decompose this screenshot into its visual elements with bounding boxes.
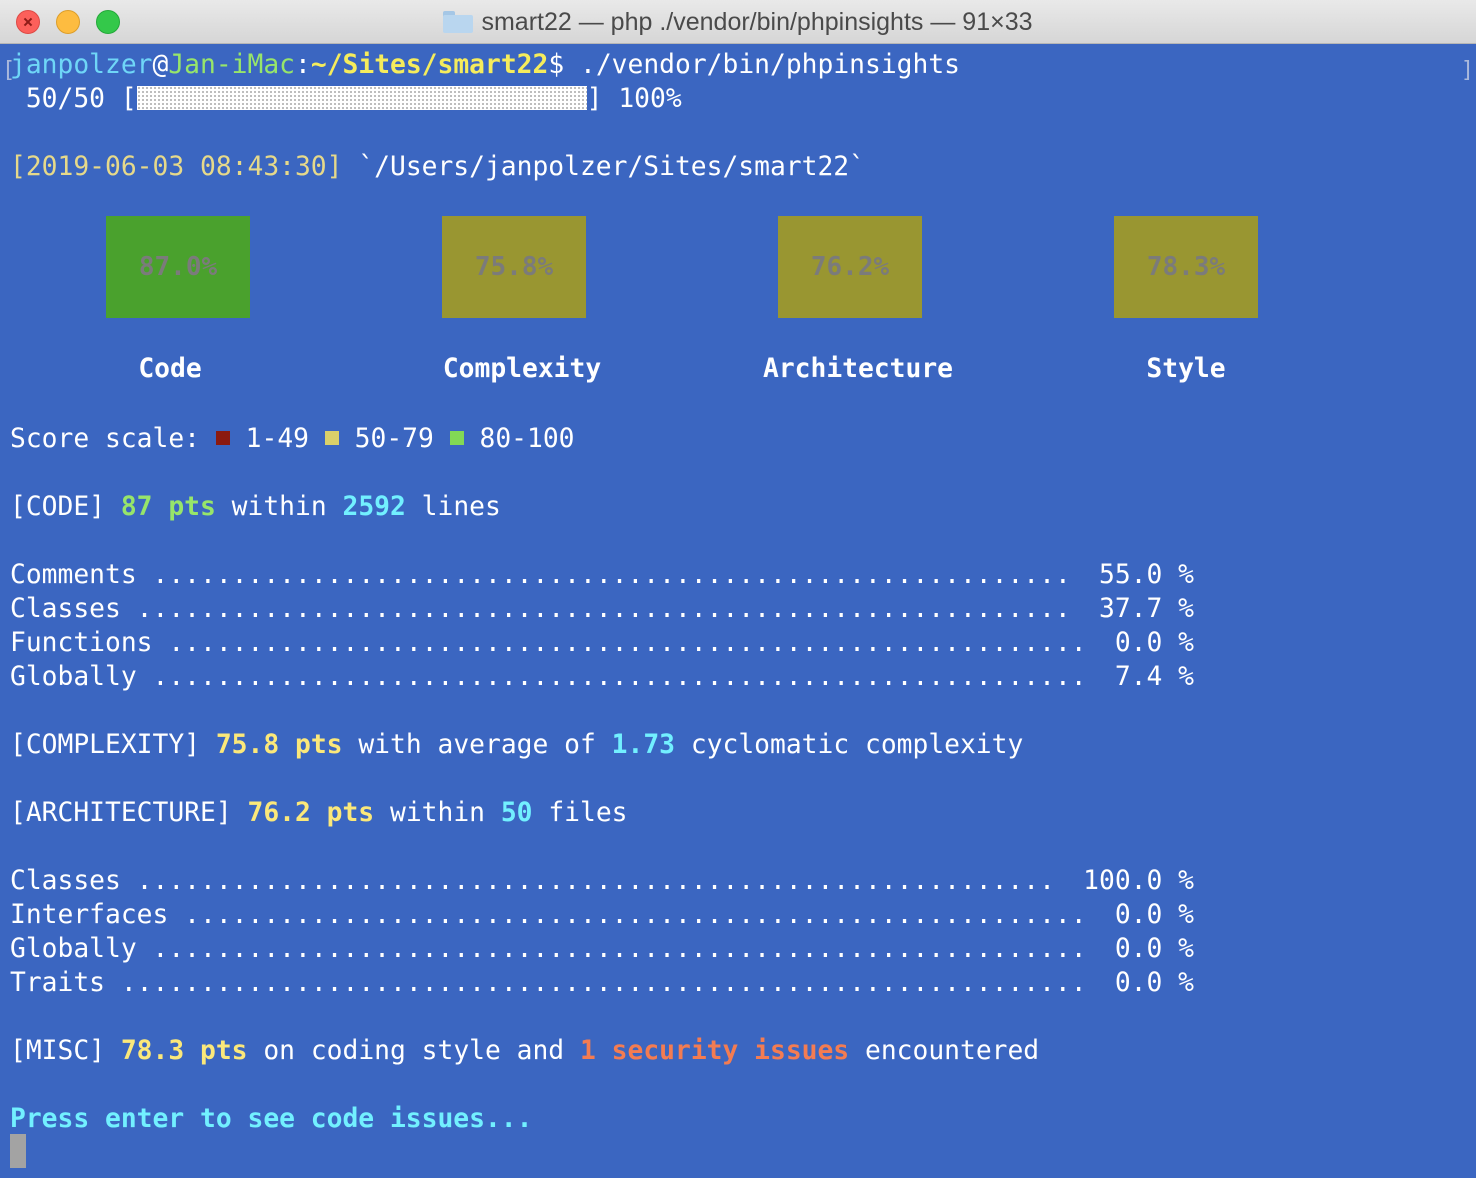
scale-swatch-mid xyxy=(324,430,339,445)
dot-leader: ........................................… xyxy=(152,662,1087,692)
progress-line: 50/50 [] 100% xyxy=(10,84,682,114)
scale-swatch-low xyxy=(215,430,230,445)
dot-leader: ........................................… xyxy=(168,628,1087,658)
progress-bar xyxy=(136,86,587,110)
metric-row-value: 55.0 % xyxy=(1099,560,1194,590)
window-title: smart22 — php ./vendor/bin/phpinsights —… xyxy=(0,0,1476,44)
score-label-code: Code xyxy=(138,354,202,384)
metric-row-value: 37.7 % xyxy=(1099,594,1194,624)
score-label-style: Style xyxy=(1146,354,1226,384)
score-label-architecture: Architecture xyxy=(763,354,953,384)
timestamp-line: [2019-06-03 08:43:30] `/Users/janpolzer/… xyxy=(10,152,865,182)
metric-row-name: Traits xyxy=(10,968,105,998)
dot-leader: ........................................… xyxy=(152,934,1087,964)
window-title-text: smart22 — php ./vendor/bin/phpinsights —… xyxy=(481,7,1033,36)
press-enter-prompt: Press enter to see code issues... xyxy=(10,1104,533,1134)
code-summary: [CODE] 87 pts within 2592 lines xyxy=(10,492,501,522)
metric-row-value: 100.0 % xyxy=(1083,866,1194,896)
metric-row-name: Interfaces xyxy=(10,900,169,930)
terminal-cursor xyxy=(10,1134,26,1168)
complexity-summary: [COMPLEXITY] 75.8 pts with average of 1.… xyxy=(10,730,1024,760)
dot-leader: ........................................… xyxy=(120,968,1087,998)
metric-row-name: Classes xyxy=(10,866,121,896)
score-box-complexity: 75.8% xyxy=(442,216,586,318)
score-scale-line: Score scale: 1-49 50-79 80-100 xyxy=(10,424,575,454)
metric-row-name: Globally xyxy=(10,662,137,692)
dot-leader: ........................................… xyxy=(136,866,1055,896)
progress-percent: 100% xyxy=(618,84,682,114)
metric-row-value: 0.0 % xyxy=(1114,934,1194,964)
dot-leader: ........................................… xyxy=(152,560,1071,590)
metric-row-name: Functions xyxy=(10,628,153,658)
terminal-window: smart22 — php ./vendor/bin/phpinsights —… xyxy=(0,0,1476,1178)
metric-row-value: 0.0 % xyxy=(1114,628,1194,658)
metric-row-value: 0.0 % xyxy=(1114,900,1194,930)
scale-swatch-high xyxy=(449,430,464,445)
score-box-style: 78.3% xyxy=(1114,216,1258,318)
metric-row-name: Classes xyxy=(10,594,121,624)
title-bar: smart22 — php ./vendor/bin/phpinsights —… xyxy=(0,0,1476,44)
metric-row-name: Globally xyxy=(10,934,137,964)
terminal-output[interactable]: [ ] janpolzer@Jan-iMac:~/Sites/smart22$ … xyxy=(0,44,1476,1178)
architecture-summary: [ARCHITECTURE] 76.2 pts within 50 files xyxy=(10,798,628,828)
dot-leader: ........................................… xyxy=(136,594,1071,624)
metric-row-value: 0.0 % xyxy=(1114,968,1194,998)
right-edge-mark: ] xyxy=(1460,58,1474,83)
prompt-line: janpolzer@Jan-iMac:~/Sites/smart22$ ./ve… xyxy=(10,50,960,80)
score-box-architecture: 76.2% xyxy=(778,216,922,318)
score-box-code: 87.0% xyxy=(106,216,250,318)
score-label-complexity: Complexity xyxy=(442,354,602,384)
metric-row-name: Comments xyxy=(10,560,137,590)
misc-summary: [MISC] 78.3 pts on coding style and 1 se… xyxy=(10,1036,1040,1066)
metric-row-value: 7.4 % xyxy=(1114,662,1194,692)
folder-icon xyxy=(443,11,474,33)
dot-leader: ........................................… xyxy=(184,900,1087,930)
